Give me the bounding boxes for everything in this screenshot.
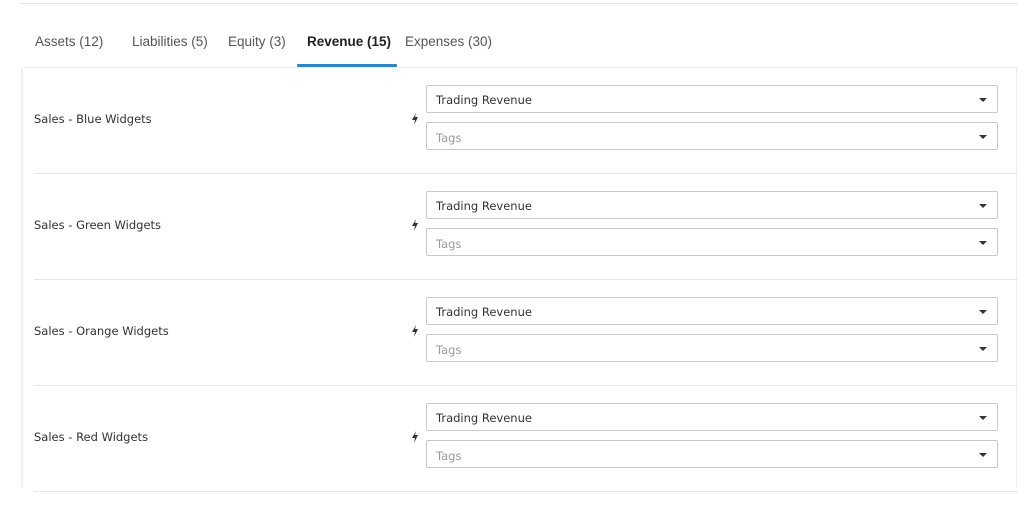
account-name: Sales - Green Widgets [34,218,162,232]
account-type-value: Trading Revenue [436,199,532,213]
chevron-down-icon [979,347,987,351]
panel-border [21,68,23,487]
tags-select[interactable]: Tags [426,334,998,362]
tab-equity[interactable]: Equity (3) [228,23,286,67]
tags-placeholder: Tags [436,131,462,145]
account-name: Sales - Red Widgets [34,430,149,444]
tab-liabilities[interactable]: Liabilities (5) [132,23,208,67]
tags-select[interactable]: Tags [426,228,998,256]
tags-placeholder: Tags [436,343,462,357]
chevron-down-icon [979,241,987,245]
tags-placeholder: Tags [436,449,462,463]
account-name: Sales - Blue Widgets [34,112,152,126]
chevron-down-icon [979,98,987,102]
account-mapping-panel: Sales - Blue Widgets Trading Revenue Tag… [0,68,1024,505]
account-type-select[interactable]: Trading Revenue [426,85,998,113]
top-divider [20,3,1018,4]
bolt-icon [412,325,418,337]
chevron-down-icon [979,310,987,314]
chevron-down-icon [979,135,987,139]
chevron-down-icon [979,453,987,457]
tab-expenses[interactable]: Expenses (30) [405,23,492,67]
chevron-down-icon [979,204,987,208]
bolt-icon [412,431,418,443]
bolt-icon [412,113,418,125]
account-row: Sales - Green Widgets Trading Revenue Ta… [34,174,1018,280]
account-type-select[interactable]: Trading Revenue [426,191,998,219]
tab-revenue[interactable]: Revenue (15) [296,23,398,67]
tags-placeholder: Tags [436,237,462,251]
bolt-icon [412,219,418,231]
chevron-down-icon [979,416,987,420]
account-row: Sales - Red Widgets Trading Revenue Tags [34,386,1018,492]
tags-select[interactable]: Tags [426,122,998,150]
account-type-value: Trading Revenue [436,305,532,319]
tab-assets[interactable]: Assets (12) [35,23,103,67]
row-divider [34,491,1018,492]
account-type-value: Trading Revenue [436,411,532,425]
tags-select[interactable]: Tags [426,440,998,468]
account-type-value: Trading Revenue [436,93,532,107]
account-row: Sales - Orange Widgets Trading Revenue T… [34,280,1018,386]
account-type-select[interactable]: Trading Revenue [426,297,998,325]
account-name: Sales - Orange Widgets [34,324,169,338]
account-row: Sales - Blue Widgets Trading Revenue Tag… [34,68,1018,174]
account-type-select[interactable]: Trading Revenue [426,403,998,431]
